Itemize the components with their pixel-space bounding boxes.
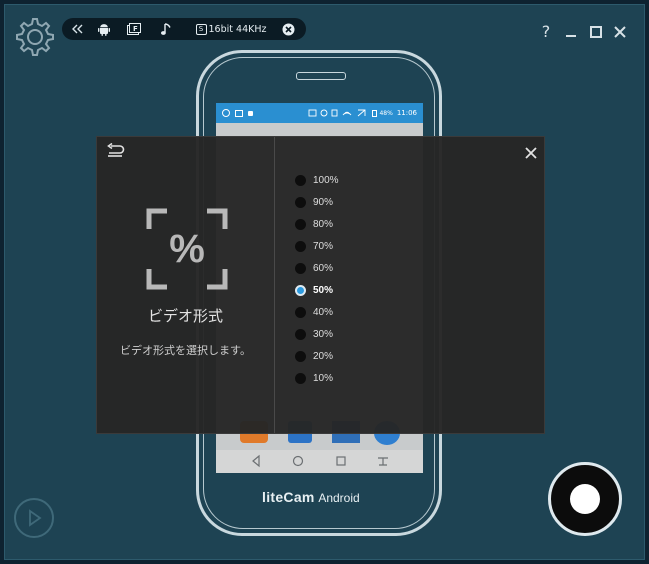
status-signal-icons: [308, 109, 368, 117]
radio-icon[interactable]: [295, 306, 306, 318]
phone-speaker: [296, 72, 346, 80]
settings-gear-icon[interactable]: [14, 16, 56, 58]
record-dot-icon: [570, 484, 600, 514]
audio-badge-icon: S: [195, 23, 207, 35]
brand-part2: Android: [318, 491, 360, 505]
play-button[interactable]: [14, 498, 54, 538]
option-80[interactable]: 80%: [295, 213, 333, 235]
close-circle-icon[interactable]: [278, 18, 298, 40]
phone-status-bar: 48% 11:06: [216, 103, 423, 123]
percent-frame-icon: %: [145, 207, 229, 291]
status-battery: 48%: [379, 109, 393, 117]
option-70[interactable]: 70%: [295, 235, 333, 257]
close-icon[interactable]: [612, 24, 628, 40]
radio-icon[interactable]: [295, 328, 306, 340]
option-10[interactable]: 10%: [295, 367, 333, 389]
option-90[interactable]: 90%: [295, 191, 333, 213]
svg-text:%: %: [169, 227, 205, 271]
option-60[interactable]: 60%: [295, 257, 333, 279]
dialog-divider: [274, 137, 275, 433]
status-time: 11:06: [396, 109, 417, 117]
record-button[interactable]: [548, 462, 622, 536]
video-format-dialog: % ビデオ形式 ビデオ形式を選択します。 100% 90% 80% 70% 60…: [96, 136, 545, 434]
toolbar: F S 16bit 44KHz: [62, 18, 306, 40]
screen-f-icon[interactable]: F: [124, 18, 144, 40]
brand-logo: liteCam Android: [262, 489, 360, 505]
option-30[interactable]: 30%: [295, 323, 333, 345]
android-icon[interactable]: [94, 18, 114, 40]
music-note-icon[interactable]: [158, 18, 174, 40]
help-button[interactable]: ?: [538, 22, 554, 41]
nav-recent-icon: [336, 456, 346, 466]
option-100[interactable]: 100%: [295, 169, 339, 191]
play-icon: [29, 509, 42, 527]
option-50[interactable]: 50%: [295, 279, 333, 301]
brand-part1: liteCam: [262, 489, 315, 505]
radio-icon[interactable]: [295, 372, 306, 384]
maximize-icon[interactable]: [588, 24, 604, 40]
radio-icon[interactable]: [295, 218, 306, 230]
audio-format[interactable]: S 16bit 44KHz: [190, 18, 272, 40]
option-40[interactable]: 40%: [295, 301, 333, 323]
battery-icon: [372, 109, 378, 117]
nav-home-icon: [292, 455, 304, 467]
svg-text:F: F: [133, 25, 138, 33]
back-icon[interactable]: [105, 143, 125, 159]
dialog-title: ビデオ形式: [147, 307, 223, 325]
radio-icon[interactable]: [295, 174, 306, 186]
minimize-icon[interactable]: [563, 24, 579, 40]
nav-back-icon: [252, 454, 260, 468]
audio-format-label: 16bit 44KHz: [208, 23, 267, 35]
option-20[interactable]: 20%: [295, 345, 333, 367]
radio-icon[interactable]: [295, 196, 306, 208]
radio-icon[interactable]: [295, 262, 306, 274]
dialog-close-icon[interactable]: [524, 146, 538, 160]
radio-icon[interactable]: [295, 240, 306, 252]
radio-icon[interactable]: [295, 350, 306, 362]
collapse-icon[interactable]: [68, 18, 86, 40]
status-record-icon: [222, 109, 230, 117]
nav-menu-icon: [378, 457, 388, 466]
status-android-icon: [248, 110, 253, 116]
radio-selected-icon[interactable]: [295, 284, 306, 296]
phone-nav-bar: [216, 450, 423, 473]
dialog-description: ビデオ形式を選択します。: [120, 344, 251, 357]
status-image-icon: [235, 109, 243, 117]
